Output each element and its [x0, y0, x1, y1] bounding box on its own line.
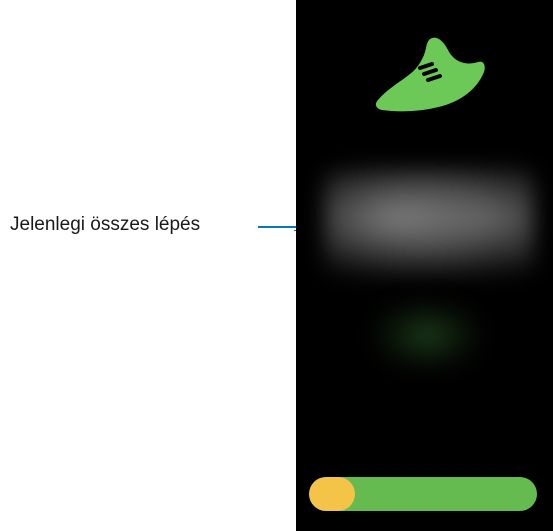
running-shoe-icon — [375, 37, 485, 112]
current-total-steps-callout-label: Jelenlegi összes lépés — [10, 214, 201, 235]
step-goal — [372, 300, 482, 370]
step-progress-bar — [309, 477, 537, 511]
current-steps-count — [324, 168, 534, 278]
device-screen — [296, 0, 553, 531]
step-progress-fill — [309, 477, 355, 511]
